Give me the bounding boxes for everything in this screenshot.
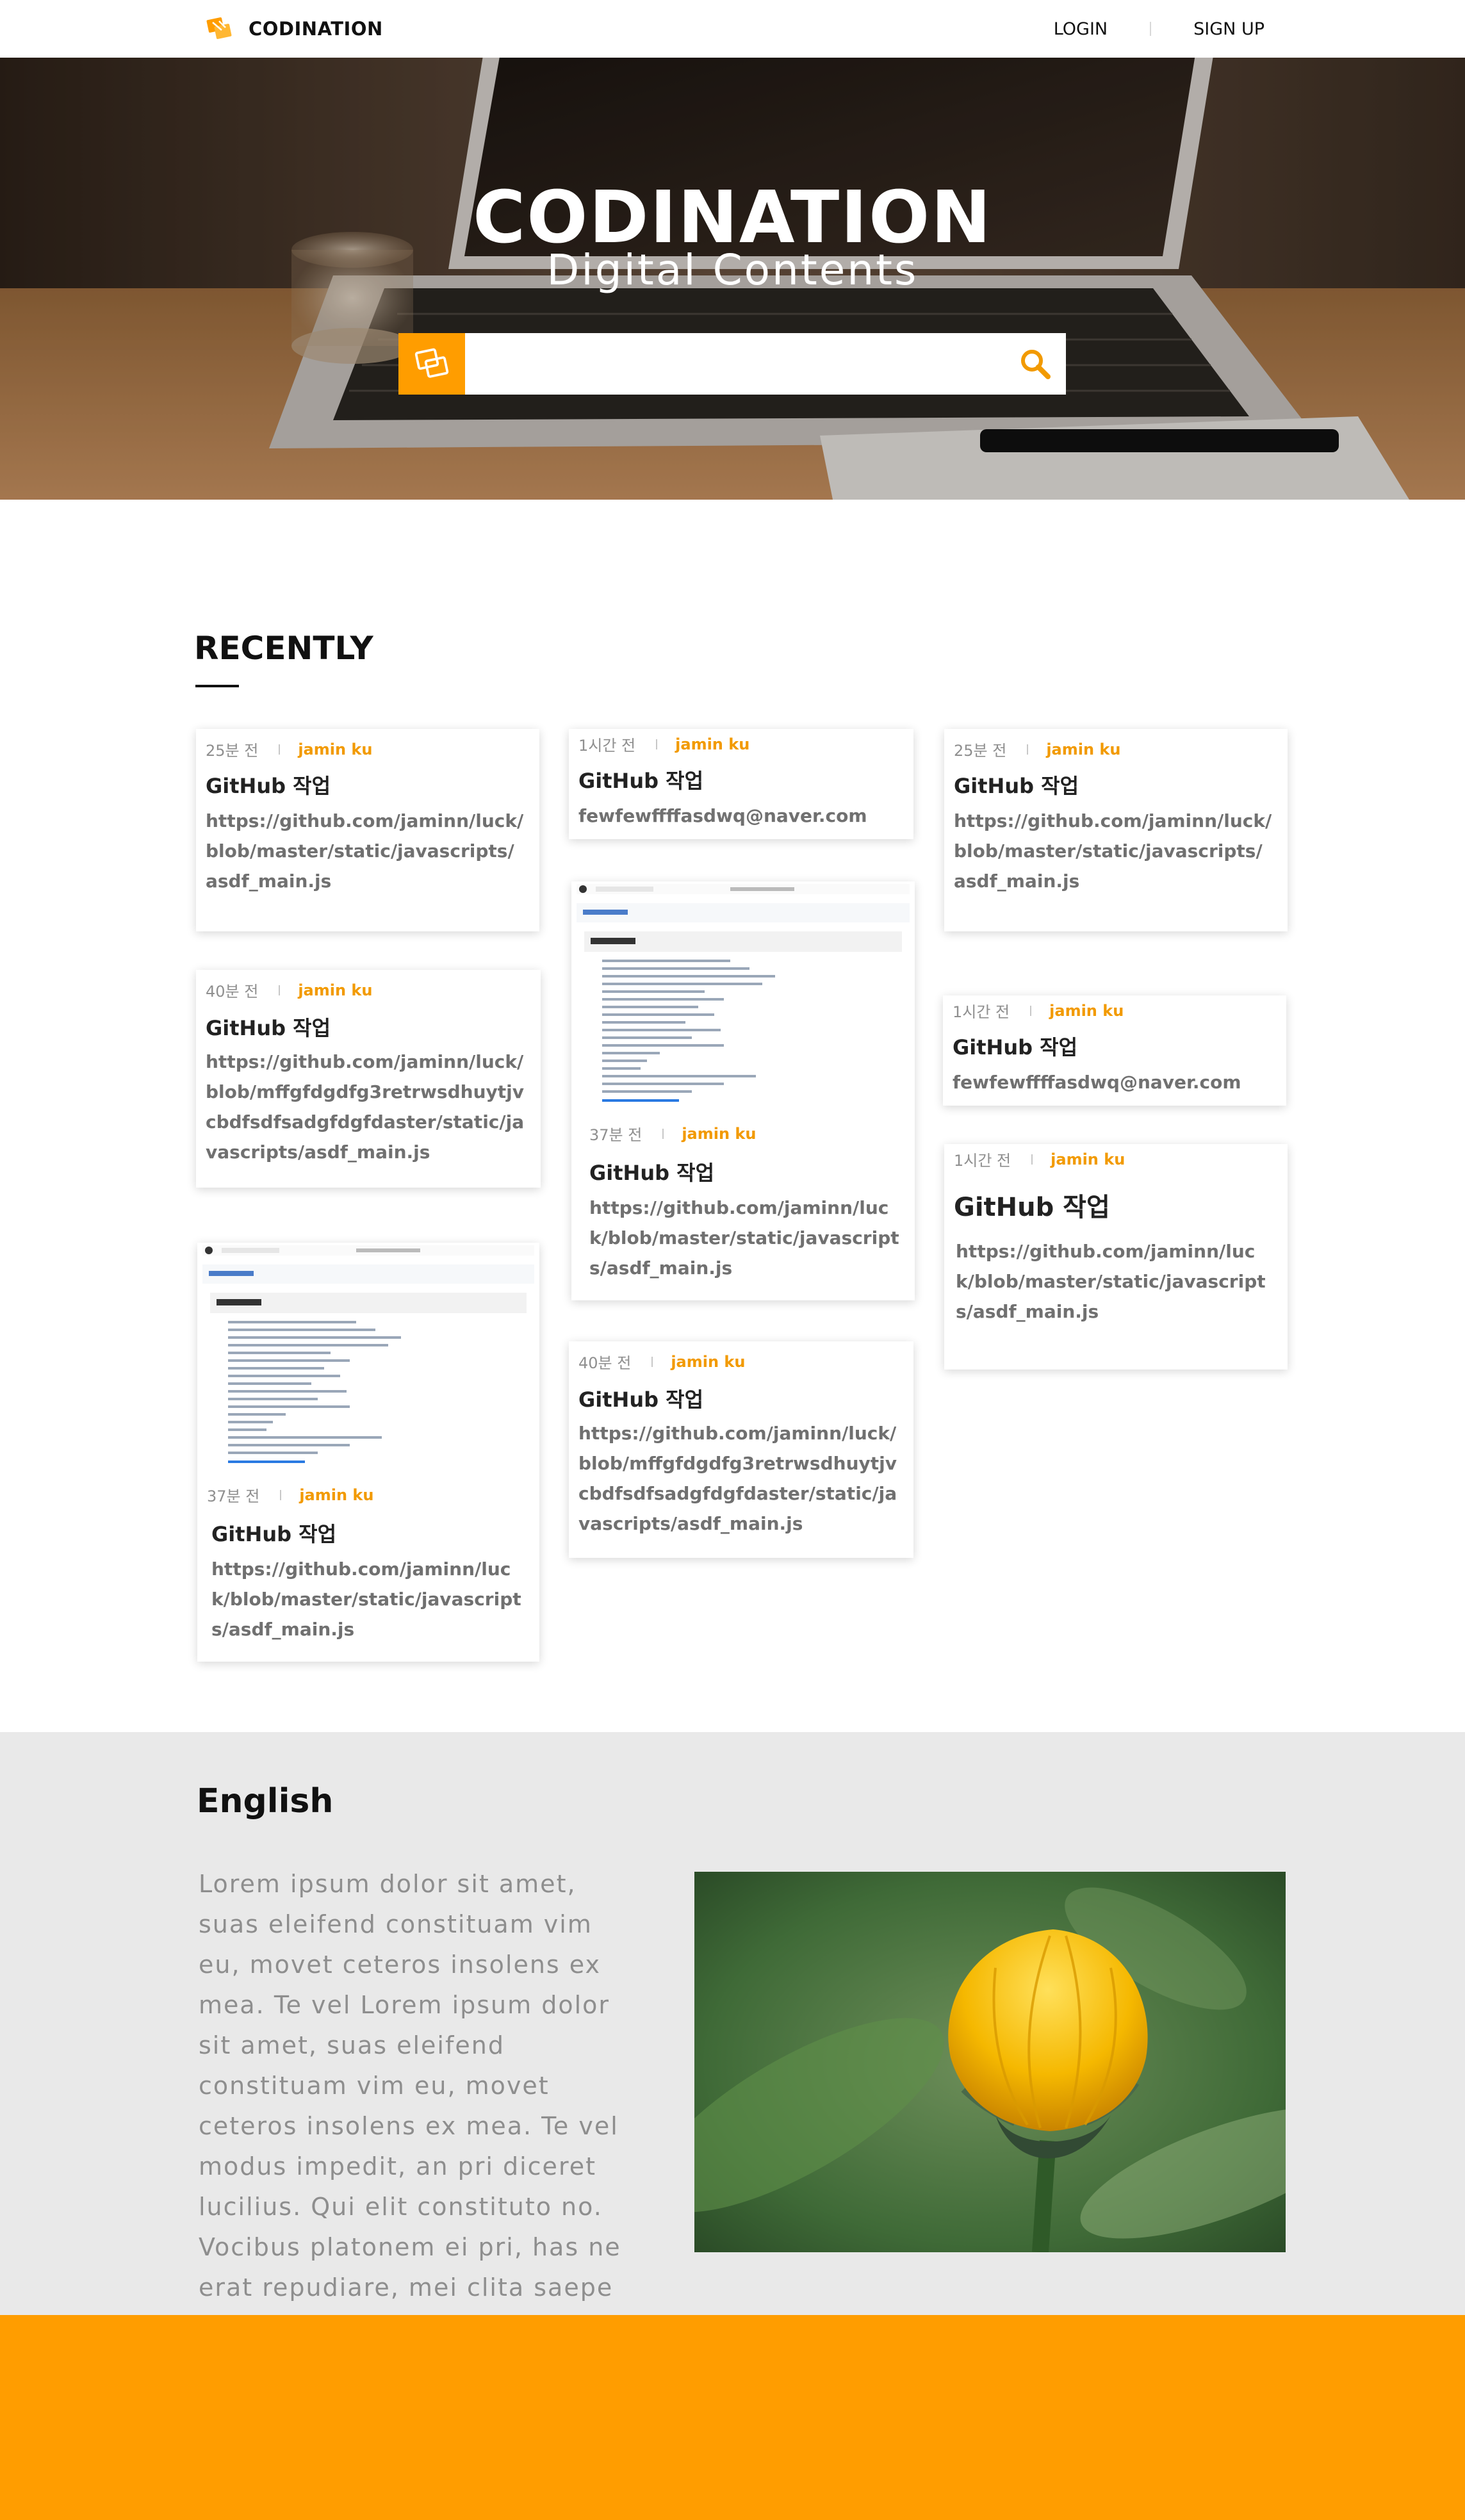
post-title: GitHub 작업: [211, 1522, 337, 1546]
post-author[interactable]: jamin ku: [682, 1125, 756, 1143]
post-author[interactable]: jamin ku: [298, 981, 372, 999]
search-icon: [1021, 350, 1051, 379]
post-body: fewfewffffasdwq@naver.com: [953, 1072, 1241, 1093]
code-screenshot-image: [577, 884, 910, 1115]
recently-heading: RECENTLY: [194, 630, 373, 667]
post-author[interactable]: jamin ku: [1051, 1150, 1125, 1168]
search-input[interactable]: [465, 333, 1004, 395]
logo-text: CODINATION: [249, 18, 383, 40]
signup-link[interactable]: SIGN UP: [1193, 19, 1264, 39]
meta-divider: [280, 1489, 282, 1500]
search-brand-badge: [398, 333, 465, 395]
post-time: 40분 전: [578, 1354, 632, 1372]
post-time: 40분 전: [206, 983, 259, 1001]
meta-divider: [279, 744, 281, 755]
code-screenshot-image: [202, 1245, 534, 1476]
post-card[interactable]: 40분 전 jamin ku GitHub 작업 https://github.…: [569, 1341, 913, 1558]
post-time: 25분 전: [954, 742, 1007, 760]
post-time: 1시간 전: [954, 1152, 1011, 1170]
post-card[interactable]: 1시간 전 jamin ku GitHub 작업 fewfewffffasdwq…: [943, 995, 1286, 1106]
post-author[interactable]: jamin ku: [1046, 740, 1120, 758]
post-card[interactable]: 40분 전 jamin ku GitHub 작업 https://github.…: [196, 970, 541, 1188]
post-title: GitHub 작업: [578, 769, 704, 793]
meta-divider: [279, 985, 281, 995]
post-body: https://github.com/jaminn/luck/blob/mast…: [211, 1559, 521, 1640]
auth-nav: LOGIN SIGN UP: [1054, 15, 1264, 42]
footer: [0, 2315, 1465, 2520]
meta-divider: [1027, 744, 1029, 755]
post-body: https://github.com/jaminn/luck/blob/mffg…: [578, 1423, 897, 1534]
post-time: 1시간 전: [578, 737, 636, 755]
post-title: GitHub 작업: [954, 1193, 1110, 1222]
home-logo-link[interactable]: CODINATION: [204, 15, 383, 42]
post-body: https://github.com/jaminn/luck/blob/mast…: [956, 1241, 1266, 1322]
yellow-flower-photo: [694, 1872, 1286, 2252]
post-card-with-image[interactable]: 37분 전 jamin ku GitHub 작업 https://github.…: [571, 881, 915, 1300]
english-heading: English: [197, 1782, 334, 1820]
meta-divider: [1030, 1005, 1032, 1016]
post-body: https://github.com/jaminn/luck/blob/mffg…: [206, 1051, 525, 1163]
meta-divider: [656, 739, 658, 749]
post-time: 1시간 전: [953, 1003, 1010, 1021]
code-screenshot-thumbnail: [202, 1245, 534, 1476]
heading-underline: [195, 685, 239, 687]
codination-logo-icon: [414, 348, 449, 378]
search-bar: [398, 333, 1066, 395]
english-section: English Lorem ipsum dolor sit amet, suas…: [0, 1732, 1465, 2342]
search-button[interactable]: [1004, 333, 1066, 395]
post-title: GitHub 작업: [589, 1161, 715, 1185]
hero-subtitle: Digital Contents: [546, 245, 919, 295]
post-body: https://github.com/jaminn/luck/blob/mast…: [954, 810, 1272, 892]
post-body: https://github.com/jaminn/luck/blob/mast…: [206, 810, 524, 892]
english-paragraph: Lorem ipsum dolor sit amet, suas eleifen…: [199, 1870, 621, 2342]
post-card[interactable]: 25분 전 jamin ku GitHub 작업 https://github.…: [196, 729, 539, 931]
hero-banner: CODINATION Digital Contents: [0, 58, 1465, 500]
post-time: 37분 전: [589, 1126, 642, 1144]
top-navbar: CODINATION LOGIN SIGN UP: [0, 0, 1465, 58]
post-author[interactable]: jamin ku: [671, 1353, 745, 1371]
post-title: GitHub 작업: [953, 1035, 1078, 1060]
flower-image: [694, 1872, 1286, 2252]
post-card-with-image[interactable]: 37분 전 jamin ku GitHub 작업 https://github.…: [197, 1243, 539, 1662]
nav-divider: [1150, 22, 1152, 36]
post-card[interactable]: 25분 전 jamin ku GitHub 작업 https://github.…: [944, 729, 1288, 931]
post-body: fewfewffffasdwq@naver.com: [578, 805, 867, 826]
post-time: 37분 전: [207, 1487, 260, 1505]
post-time: 25분 전: [206, 742, 259, 760]
post-title: GitHub 작업: [206, 774, 331, 798]
meta-divider: [651, 1356, 653, 1367]
code-screenshot-thumbnail: [577, 884, 910, 1115]
post-title: GitHub 작업: [578, 1387, 704, 1412]
post-card[interactable]: 1시간 전 jamin ku GitHub 작업 https://github.…: [944, 1144, 1288, 1370]
meta-divider: [1031, 1154, 1033, 1165]
post-author[interactable]: jamin ku: [675, 735, 749, 753]
login-link[interactable]: LOGIN: [1054, 19, 1108, 39]
post-author[interactable]: jamin ku: [1049, 1002, 1124, 1020]
post-title: GitHub 작업: [206, 1016, 331, 1040]
post-author[interactable]: jamin ku: [299, 1486, 373, 1504]
codination-logo-icon: [206, 17, 232, 39]
meta-divider: [662, 1128, 664, 1139]
post-author[interactable]: jamin ku: [298, 740, 372, 758]
post-body: https://github.com/jaminn/luck/blob/mast…: [589, 1197, 899, 1279]
post-title: GitHub 작업: [954, 774, 1079, 798]
post-card[interactable]: 1시간 전 jamin ku GitHub 작업 fewfewffffasdwq…: [569, 729, 913, 839]
